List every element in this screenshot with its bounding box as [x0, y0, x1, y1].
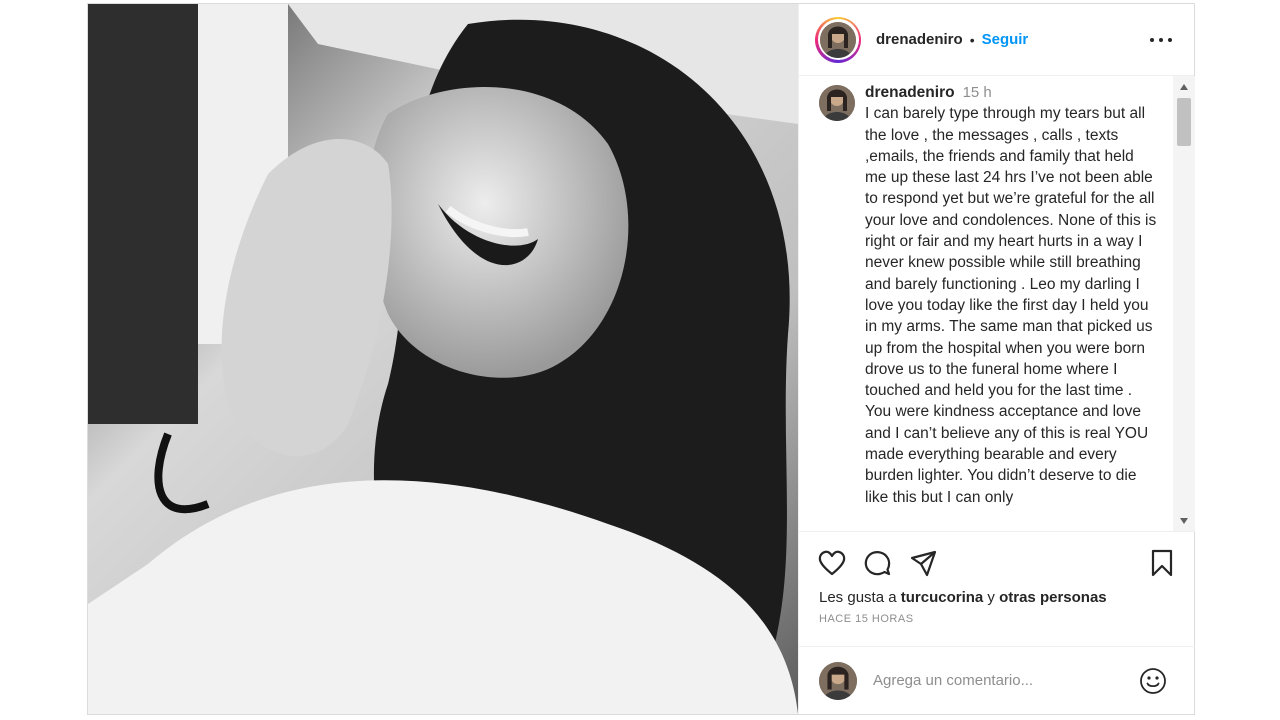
follow-button[interactable]: Seguir — [982, 31, 1029, 48]
heart-icon[interactable] — [817, 548, 847, 578]
caption-body: drenadeniro 15 h I can barely type throug… — [865, 82, 1159, 508]
add-comment-bar: Agrega un comentario... — [799, 646, 1195, 714]
more-options-icon[interactable] — [1150, 30, 1172, 50]
comments-area[interactable]: drenadeniro 15 h I can barely type throug… — [799, 76, 1195, 532]
likes-prefix: Les gusta a — [819, 589, 901, 606]
liked-by-user[interactable]: turcucorina — [901, 589, 984, 606]
post-photo[interactable] — [88, 4, 798, 714]
bookmark-icon[interactable] — [1147, 548, 1177, 578]
caption-text: I can barely type through my tears but a… — [865, 105, 1157, 506]
likes-connector: y — [983, 589, 1000, 606]
scroll-down-icon[interactable] — [1180, 518, 1188, 524]
avatar[interactable] — [819, 85, 855, 121]
post-header: drenadeniro • Seguir — [799, 4, 1194, 76]
action-bar — [817, 548, 1179, 578]
liked-by-others[interactable]: otras personas — [999, 589, 1107, 606]
separator-dot: • — [969, 31, 975, 48]
caption-username[interactable]: drenadeniro — [865, 84, 955, 101]
story-ring[interactable] — [815, 16, 861, 63]
post-card: drenadeniro • Seguir drenadeniro 15 h I c… — [87, 3, 1195, 715]
post-time[interactable]: HACE 15 HORAS — [819, 613, 914, 625]
avatar[interactable] — [820, 21, 856, 58]
comment-input[interactable]: Agrega un comentario... — [873, 672, 1033, 689]
scrollbar[interactable] — [1173, 76, 1195, 531]
share-icon[interactable] — [909, 548, 939, 578]
emoji-icon[interactable] — [1139, 667, 1167, 695]
caption-time[interactable]: 15 h — [963, 84, 992, 101]
caption: drenadeniro 15 h I can barely type throug… — [819, 82, 1159, 508]
scrollbar-thumb[interactable] — [1177, 98, 1191, 146]
post-side-panel: drenadeniro • Seguir drenadeniro 15 h I c… — [798, 4, 1195, 714]
header-username[interactable]: drenadeniro — [876, 31, 963, 48]
likes-summary: Les gusta a turcucorina y otras personas — [819, 589, 1107, 606]
comment-icon[interactable] — [862, 548, 892, 578]
avatar[interactable] — [819, 661, 857, 700]
scroll-up-icon[interactable] — [1180, 84, 1188, 90]
